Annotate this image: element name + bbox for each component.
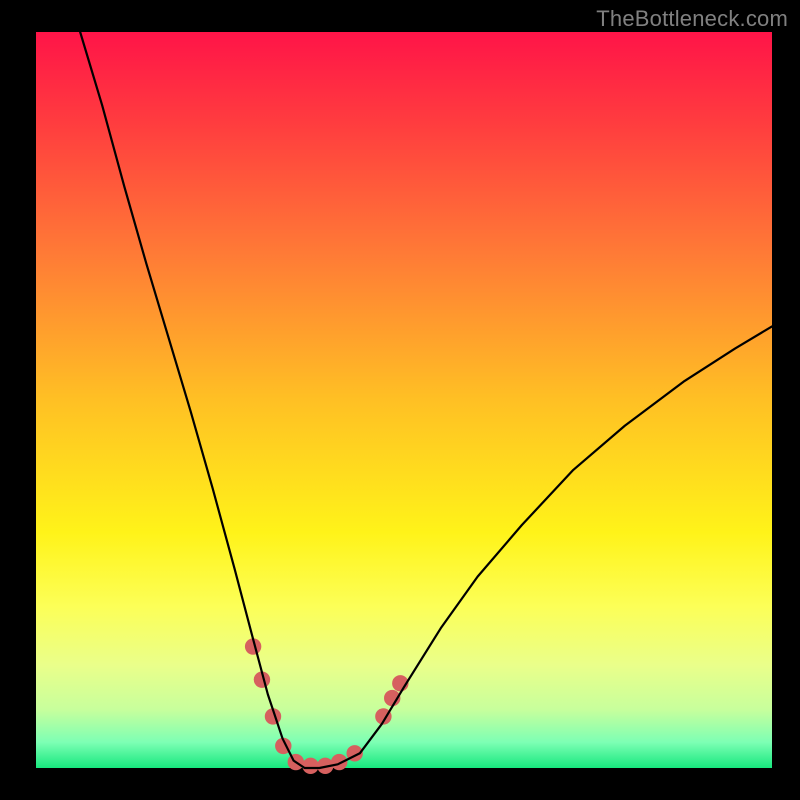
highlight-dot [302, 758, 318, 774]
watermark-text: TheBottleneck.com [596, 6, 788, 32]
highlight-dot [331, 754, 347, 770]
chart-container: TheBottleneck.com [0, 0, 800, 800]
plot-background [36, 32, 772, 768]
bottleneck-chart [0, 0, 800, 800]
